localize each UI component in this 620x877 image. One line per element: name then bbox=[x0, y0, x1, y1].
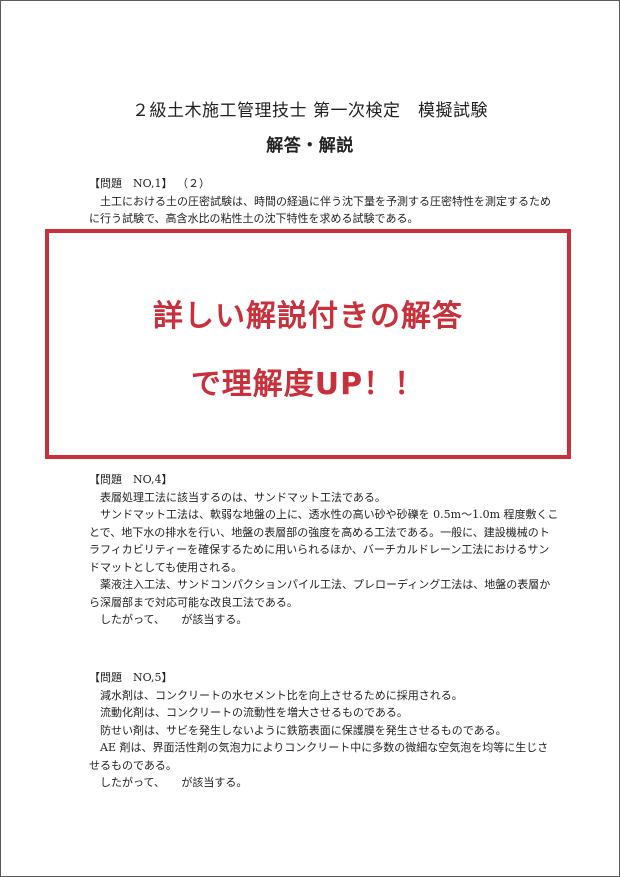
question-1-answer: （２） bbox=[182, 177, 211, 190]
question-1-label: 【問題 NO,1】 bbox=[89, 177, 173, 190]
question-4-text-line: サンドマット工法は、軟弱な地盤の上に、透水性の高い砂や砂礫を 0.5m～1.0m… bbox=[100, 508, 559, 521]
question-5-text-line: 防せい剤は、サビを発生しないように鉄筋表面に保護膜を発生させるものである。 bbox=[100, 723, 507, 737]
question-5-text-line: 減水剤は、コンクリートの水セメント比を向上させるために採用される。 bbox=[100, 688, 463, 702]
question-4-heading: 【問題 NO,4】 bbox=[89, 473, 173, 486]
question-1-text-line: に行う試験で、高含水比の粘性土の沈下特性を求める試験である。 bbox=[89, 212, 419, 225]
question-5-conclusion: したがって、 が該当する。 bbox=[100, 776, 248, 789]
question-4-text-line: 表層処理工法に該当するのは、サンドマット工法である。 bbox=[100, 490, 386, 504]
question-1-section: 【問題 NO,1】 （２） 土工における土の圧密試験は、時間の経過に伴う沈下量を予… bbox=[89, 175, 559, 228]
promo-headline: 詳しい解説付きの解答 bbox=[153, 299, 463, 334]
promo-tagline: で理解度UP！！ bbox=[190, 367, 426, 402]
question-5-heading: 【問題 NO,5】 bbox=[89, 671, 173, 684]
question-4-text-line: ら深層部まで対応可能な改良工法である。 bbox=[89, 595, 298, 609]
question-5-text-line: 流動化剤は、コンクリートの流動性を増大させるものである。 bbox=[100, 706, 408, 719]
question-4-conclusion: したがって、 が該当する。 bbox=[100, 613, 248, 626]
question-4-text-line: ラフィカビリティーを確保するために用いられるほか、バーチカルドレーン工法における… bbox=[89, 543, 550, 556]
question-1-heading: 【問題 NO,1】 （２） bbox=[89, 175, 559, 193]
question-1-text-line: 土工における土の圧密試験は、時間の経過に伴う沈下量を予測する圧密特性を測定するた… bbox=[100, 194, 551, 208]
question-5-section: 【問題 NO,5】 減水剤は、コンクリートの水セメント比を向上させるために採用さ… bbox=[89, 669, 559, 792]
question-4-section: 【問題 NO,4】 表層処理工法に該当するのは、サンドマット工法である。 サンド… bbox=[89, 471, 559, 629]
promo-banner: 詳しい解説付きの解答 で理解度UP！！ bbox=[45, 229, 571, 459]
question-5-text-line: AE 剤は、界面活性剤の気泡力によりコンクリート中に多数の微細な空気泡を均等に生… bbox=[100, 741, 549, 754]
question-4-text-line: 薬液注入工法、サンドコンパクションパイル工法、プレローディング工法は、地盤の表層… bbox=[100, 578, 551, 591]
document-page: ２級土木施工管理技士 第一次検定 模擬試験 解答・解説 【問題 NO,1】 （２）… bbox=[0, 0, 620, 877]
question-4-text-line: とで、地下水の排水を行い、地盤の表層部の強度を高める工法である。一般に、建設機械… bbox=[89, 525, 550, 539]
document-title: ２級土木施工管理技士 第一次検定 模擬試験 bbox=[132, 101, 488, 121]
question-4-text-line: ドマットとしても使用される。 bbox=[89, 560, 243, 574]
question-5-text-line: せるものである。 bbox=[89, 758, 177, 772]
document-subtitle: 解答・解説 bbox=[266, 136, 354, 156]
